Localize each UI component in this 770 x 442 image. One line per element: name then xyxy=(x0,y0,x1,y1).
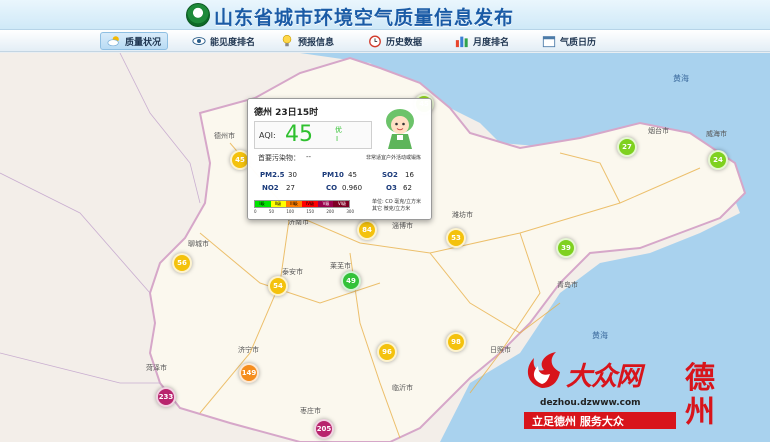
popup-city-time: 德州 23日15时 xyxy=(254,108,319,118)
metric-co-value: 0.960 xyxy=(342,184,363,192)
watermark-city: 德州 xyxy=(685,361,715,430)
nav-tab-forecast[interactable]: 预报信息 xyxy=(274,32,340,50)
aqi-marker-laiwu[interactable]: 49 xyxy=(341,271,361,291)
primary-pollutant-value: -- xyxy=(306,153,312,161)
nav-tab-calendar[interactable]: 气质日历 xyxy=(536,32,602,50)
city-label-qingdao: 青岛市 xyxy=(557,281,578,289)
header-bar: 山东省城市环境空气质量信息发布 xyxy=(0,0,770,30)
nav-tab-quality[interactable]: 质量状况 xyxy=(100,32,169,50)
city-label-weihai: 威海市 xyxy=(706,130,727,138)
scale-grade: II级 xyxy=(274,201,282,206)
mascot-icon xyxy=(386,109,414,149)
city-info-popup: 德州 23日15时 AQI: 45 优 I 首要污染物： -- 非常适宜户外活动… xyxy=(247,98,432,220)
watermark-domain: dezhou.dzwww.com xyxy=(540,398,641,408)
sea-label: 黄海 xyxy=(673,74,689,83)
aqi-level: 优 xyxy=(335,126,342,134)
nav-tab-monthly-rank[interactable]: 月度排名 xyxy=(449,32,515,50)
scale-number: 0 xyxy=(254,209,257,214)
nav-tab-label: 预报信息 xyxy=(298,37,335,48)
aqi-marker-jining[interactable]: 149 xyxy=(239,363,259,383)
aqi-grade: I xyxy=(336,135,339,143)
nav-tab-label: 气质日历 xyxy=(560,37,597,48)
scale-grade-labels: I级 II级 III级 IV级 V级 VI级 xyxy=(254,200,350,208)
aqi-value: 45 xyxy=(285,122,313,147)
scale-number: 200 xyxy=(326,209,334,214)
scale-grade: VI级 xyxy=(338,201,346,206)
eye-icon xyxy=(192,37,206,45)
metric-pm25-value: 30 xyxy=(288,171,297,179)
sea-label: 黄海 xyxy=(592,331,608,340)
aqi-marker-taian[interactable]: 54 xyxy=(268,276,288,296)
nav-tab-label: 历史数据 xyxy=(386,37,423,48)
aqi-marker-qingdao[interactable]: 39 xyxy=(556,238,576,258)
scale-grade: IV级 xyxy=(306,201,314,206)
city-label-zibo: 淄博市 xyxy=(392,222,413,230)
aqi-marker-yantai[interactable]: 27 xyxy=(617,137,637,157)
city-label-heze: 菏泽市 xyxy=(146,364,167,372)
city-label-zaozhuang: 枣庄市 xyxy=(300,407,321,415)
metric-o3-value: 62 xyxy=(403,184,412,192)
aqi-label: AQI: xyxy=(259,131,276,140)
dzwww-flame-logo-icon xyxy=(527,352,560,388)
environment-logo-icon xyxy=(186,3,210,27)
nav-tab-label: 质量状况 xyxy=(125,37,162,48)
lightbulb-icon xyxy=(282,35,292,47)
metric-so2-label: SO2 xyxy=(382,171,398,179)
unit-line: 其它 微克/立方米 xyxy=(372,206,411,212)
city-label-yantai: 烟台市 xyxy=(648,127,669,135)
aqi-marker-zibo[interactable]: 84 xyxy=(357,220,377,240)
city-label-weifang: 潍坊市 xyxy=(452,211,473,219)
unit-line: 单位: CO 毫克/立方米 xyxy=(372,199,421,205)
city-label-laiwu: 莱芜市 xyxy=(330,262,351,270)
aqi-marker-rizhao[interactable]: 98 xyxy=(446,332,466,352)
scale-grade: III级 xyxy=(290,201,298,206)
page-title: 山东省城市环境空气质量信息发布 xyxy=(214,7,515,29)
scale-grade: V级 xyxy=(322,201,330,206)
primary-pollutant-label: 首要污染物： xyxy=(258,154,300,162)
calendar-icon xyxy=(542,36,556,48)
watermark-brand: 大众网 xyxy=(566,362,642,392)
unit-note: 单位: CO 毫克/立方米 其它 微克/立方米 xyxy=(372,199,421,213)
nav-tab-history[interactable]: 历史数据 xyxy=(362,32,428,50)
metric-co-label: CO xyxy=(326,184,338,192)
city-label-linyi: 临沂市 xyxy=(392,384,413,392)
metric-o3-label: O3 xyxy=(386,184,397,192)
aqi-marker-weifang[interactable]: 53 xyxy=(446,228,466,248)
scale-number: 50 xyxy=(268,209,274,214)
nav-tab-label: 月度排名 xyxy=(473,37,510,48)
nav-tab-label: 能见度排名 xyxy=(210,37,256,48)
scale-number: 100 xyxy=(286,209,294,214)
clock-icon xyxy=(369,35,381,48)
metric-no2-value: 27 xyxy=(286,184,295,192)
scale-number-labels: 0 50 100 150 200 300 xyxy=(254,209,354,214)
aqi-marker-zaozhuang[interactable]: 205 xyxy=(314,419,334,439)
health-advice: 非常适宜户外活动或锻炼 xyxy=(366,155,422,161)
metric-no2-label: NO2 xyxy=(262,184,279,192)
city-label-taian: 泰安市 xyxy=(282,268,303,276)
bar-chart-icon xyxy=(455,36,468,48)
scale-grade: I级 xyxy=(259,201,265,206)
nav-bar: 质量状况 能见度排名 预报信息 历史数据 月度排名 气质日历 xyxy=(0,30,770,52)
aqi-marker-heze[interactable]: 233 xyxy=(156,387,176,407)
nav-tab-visibility[interactable]: 能见度排名 xyxy=(186,32,261,50)
watermark-slogan: 立足德州 服务大众 xyxy=(532,415,624,428)
metric-pm25-label: PM2.5 xyxy=(260,171,285,179)
aqi-box: AQI: 45 优 I xyxy=(254,121,372,149)
aqi-marker-liaocheng[interactable]: 56 xyxy=(172,253,192,273)
aqi-marker-weihai[interactable]: 24 xyxy=(708,150,728,170)
metric-pm10-label: PM10 xyxy=(322,171,344,179)
scale-number: 300 xyxy=(346,209,354,214)
city-label-dezhou: 德州市 xyxy=(214,132,235,140)
city-label-jining: 济宁市 xyxy=(238,346,259,354)
metric-pm10-value: 45 xyxy=(348,171,357,179)
city-label-liaocheng: 聊城市 xyxy=(188,240,209,248)
scale-number: 150 xyxy=(306,209,314,214)
metric-so2-value: 16 xyxy=(405,171,414,179)
cloud-sun-icon xyxy=(107,36,119,47)
city-label-rizhao: 日照市 xyxy=(490,346,511,354)
aqi-marker-linyi-north[interactable]: 96 xyxy=(377,342,397,362)
